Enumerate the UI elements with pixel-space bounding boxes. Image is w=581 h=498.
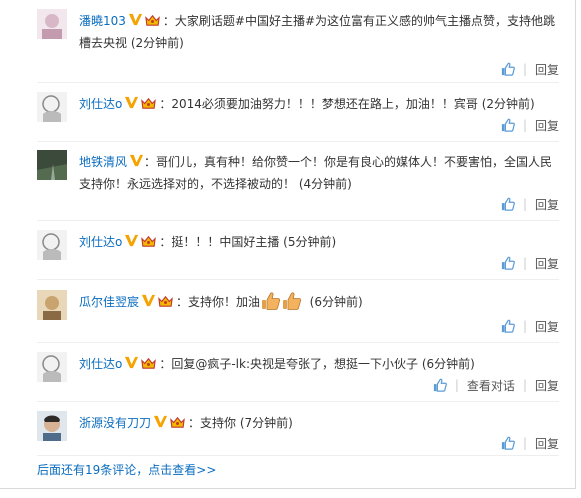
divider <box>37 342 559 343</box>
divider <box>37 220 559 221</box>
avatar[interactable] <box>37 411 67 441</box>
comment-time: (4分钟前) <box>298 177 352 191</box>
reply-button[interactable]: 回复 <box>535 435 559 452</box>
thumbs-up-icon[interactable] <box>501 62 515 76</box>
thumbs-up-emoji-icon <box>261 291 281 311</box>
reply-button[interactable]: 回复 <box>535 117 559 134</box>
reply-button[interactable]: 回复 <box>535 377 559 394</box>
verified-v-icon[interactable] <box>153 414 168 429</box>
reply-button[interactable]: 回复 <box>535 255 559 272</box>
verified-v-icon[interactable] <box>124 355 139 370</box>
comment-text: ：挺！！！中国好主播 <box>159 235 284 249</box>
verified-v-icon[interactable] <box>129 153 144 168</box>
comment-time: (6分钟前) <box>309 295 363 309</box>
comment-text: ：支持你！加油 <box>176 295 261 309</box>
comment-time: (2分钟前) <box>481 97 535 111</box>
comment-time: (2分钟前) <box>130 36 184 50</box>
comment-item: 刘仕达o ：挺！！！中国好主播 (5分钟前) | 回复 <box>37 230 559 272</box>
vip-crown-icon[interactable] <box>144 13 161 28</box>
divider <box>37 455 559 456</box>
reply-button[interactable]: 回复 <box>535 196 559 213</box>
verified-v-icon[interactable] <box>128 12 143 27</box>
divider <box>37 82 559 83</box>
reply-button[interactable]: 回复 <box>535 61 559 78</box>
divider <box>37 141 559 142</box>
comment-time: (6分钟前) <box>421 357 475 371</box>
thumbs-up-emoji-icon <box>282 291 302 311</box>
thumbs-up-icon[interactable] <box>501 436 515 450</box>
comment-author[interactable]: 浙源没有刀刀 <box>79 416 151 430</box>
comment-item: 潘曉103 ：大家刷话题#中国好主播#为这位富有正义感的帅气主播点赞，支持他跳槽去… <box>37 9 559 77</box>
view-dialog-link[interactable]: 查看对话 <box>467 377 515 394</box>
comment-item: 刘仕达o ：回复@疯子-lk:央视是夸张了，想挺一下小伙子 (6分钟前) | 查看… <box>37 352 559 394</box>
thumbs-up-icon[interactable] <box>501 256 515 270</box>
comment-author[interactable]: 刘仕达o <box>79 97 122 111</box>
avatar[interactable] <box>37 290 67 320</box>
thumbs-up-icon[interactable] <box>501 319 515 333</box>
vip-crown-icon[interactable] <box>140 356 157 371</box>
avatar[interactable] <box>37 92 67 122</box>
comment-item: 地铁清风 ：哥们儿，真有种！给你赞一个！你是有良心的媒体人！不要害怕，全国人民支持… <box>37 150 559 212</box>
reply-button[interactable]: 回复 <box>535 318 559 335</box>
verified-v-icon[interactable] <box>124 233 139 248</box>
comment-author[interactable]: 刘仕达o <box>79 357 122 371</box>
comment-text: ：回复@疯子-lk:央视是夸张了，想挺一下小伙子 <box>159 357 422 371</box>
vip-crown-icon[interactable] <box>157 294 174 309</box>
divider <box>37 401 559 402</box>
avatar[interactable] <box>37 150 67 180</box>
comment-item: 浙源没有刀刀 ：支持你 (7分钟前) | 回复 <box>37 411 559 451</box>
comment-item: 刘仕达o ：2014必须要加油努力！！！梦想还在路上，加油！！宾哥 (2分钟前) … <box>37 92 559 134</box>
thumbs-up-icon[interactable] <box>501 197 515 211</box>
vip-crown-icon[interactable] <box>140 96 157 111</box>
comment-author[interactable]: 刘仕达o <box>79 235 122 249</box>
thumbs-up-icon[interactable] <box>433 378 447 392</box>
vip-crown-icon[interactable] <box>140 234 157 249</box>
avatar[interactable] <box>37 9 67 39</box>
verified-v-icon[interactable] <box>124 95 139 110</box>
comment-author[interactable]: 潘曉103 <box>79 14 126 28</box>
avatar[interactable] <box>37 230 67 260</box>
more-comments-link[interactable]: 后面还有19条评论，点击查看>> <box>37 461 216 478</box>
thumbs-up-icon[interactable] <box>501 118 515 132</box>
verified-v-icon[interactable] <box>141 293 156 308</box>
comment-time: (7分钟前) <box>239 416 293 430</box>
comment-text: ：2014必须要加油努力！！！梦想还在路上，加油！！宾哥 <box>159 97 482 111</box>
avatar[interactable] <box>37 352 67 382</box>
comment-time: (5分钟前) <box>283 235 337 249</box>
vip-crown-icon[interactable] <box>169 415 186 430</box>
comment-author[interactable]: 地铁清风 <box>79 155 127 169</box>
comment-item: 瓜尔佳翌宸 ：支持你！加油 (6分钟前) | 回复 <box>37 290 559 334</box>
divider <box>37 279 559 280</box>
comment-text: ：支持你 <box>188 416 240 430</box>
comment-author[interactable]: 瓜尔佳翌宸 <box>79 295 139 309</box>
